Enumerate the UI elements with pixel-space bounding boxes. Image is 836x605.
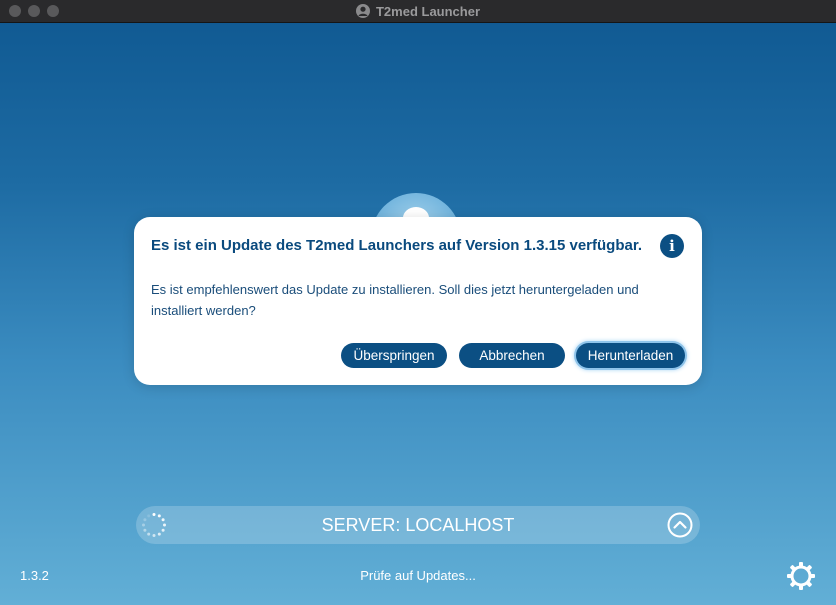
gear-icon[interactable]	[786, 561, 816, 591]
title-bar: T2med Launcher	[0, 0, 836, 23]
update-dialog: Es ist ein Update des T2med Launchers au…	[134, 217, 702, 385]
dialog-message: Es ist empfehlenswert das Update zu inst…	[151, 282, 639, 318]
window-title: T2med Launcher	[375, 3, 481, 19]
download-button[interactable]: Herunterladen	[576, 343, 685, 368]
launcher-window: T2med Launcher Es ist ein Update des T2m…	[0, 0, 836, 605]
window-title-group: T2med Launcher	[0, 0, 836, 22]
cancel-button[interactable]: Abbrechen	[459, 343, 565, 368]
info-icon: i	[660, 234, 684, 258]
skip-button[interactable]: Überspringen	[341, 343, 447, 368]
user-icon	[355, 4, 370, 18]
dialog-title: Es ist ein Update des T2med Launchers au…	[151, 237, 643, 254]
server-selector[interactable]: SERVER: LOCALHOST	[136, 506, 700, 544]
chevron-up-icon[interactable]	[667, 512, 693, 538]
server-label: SERVER: LOCALHOST	[321, 515, 515, 535]
update-status-text: Prüfe auf Updates...	[360, 568, 476, 583]
